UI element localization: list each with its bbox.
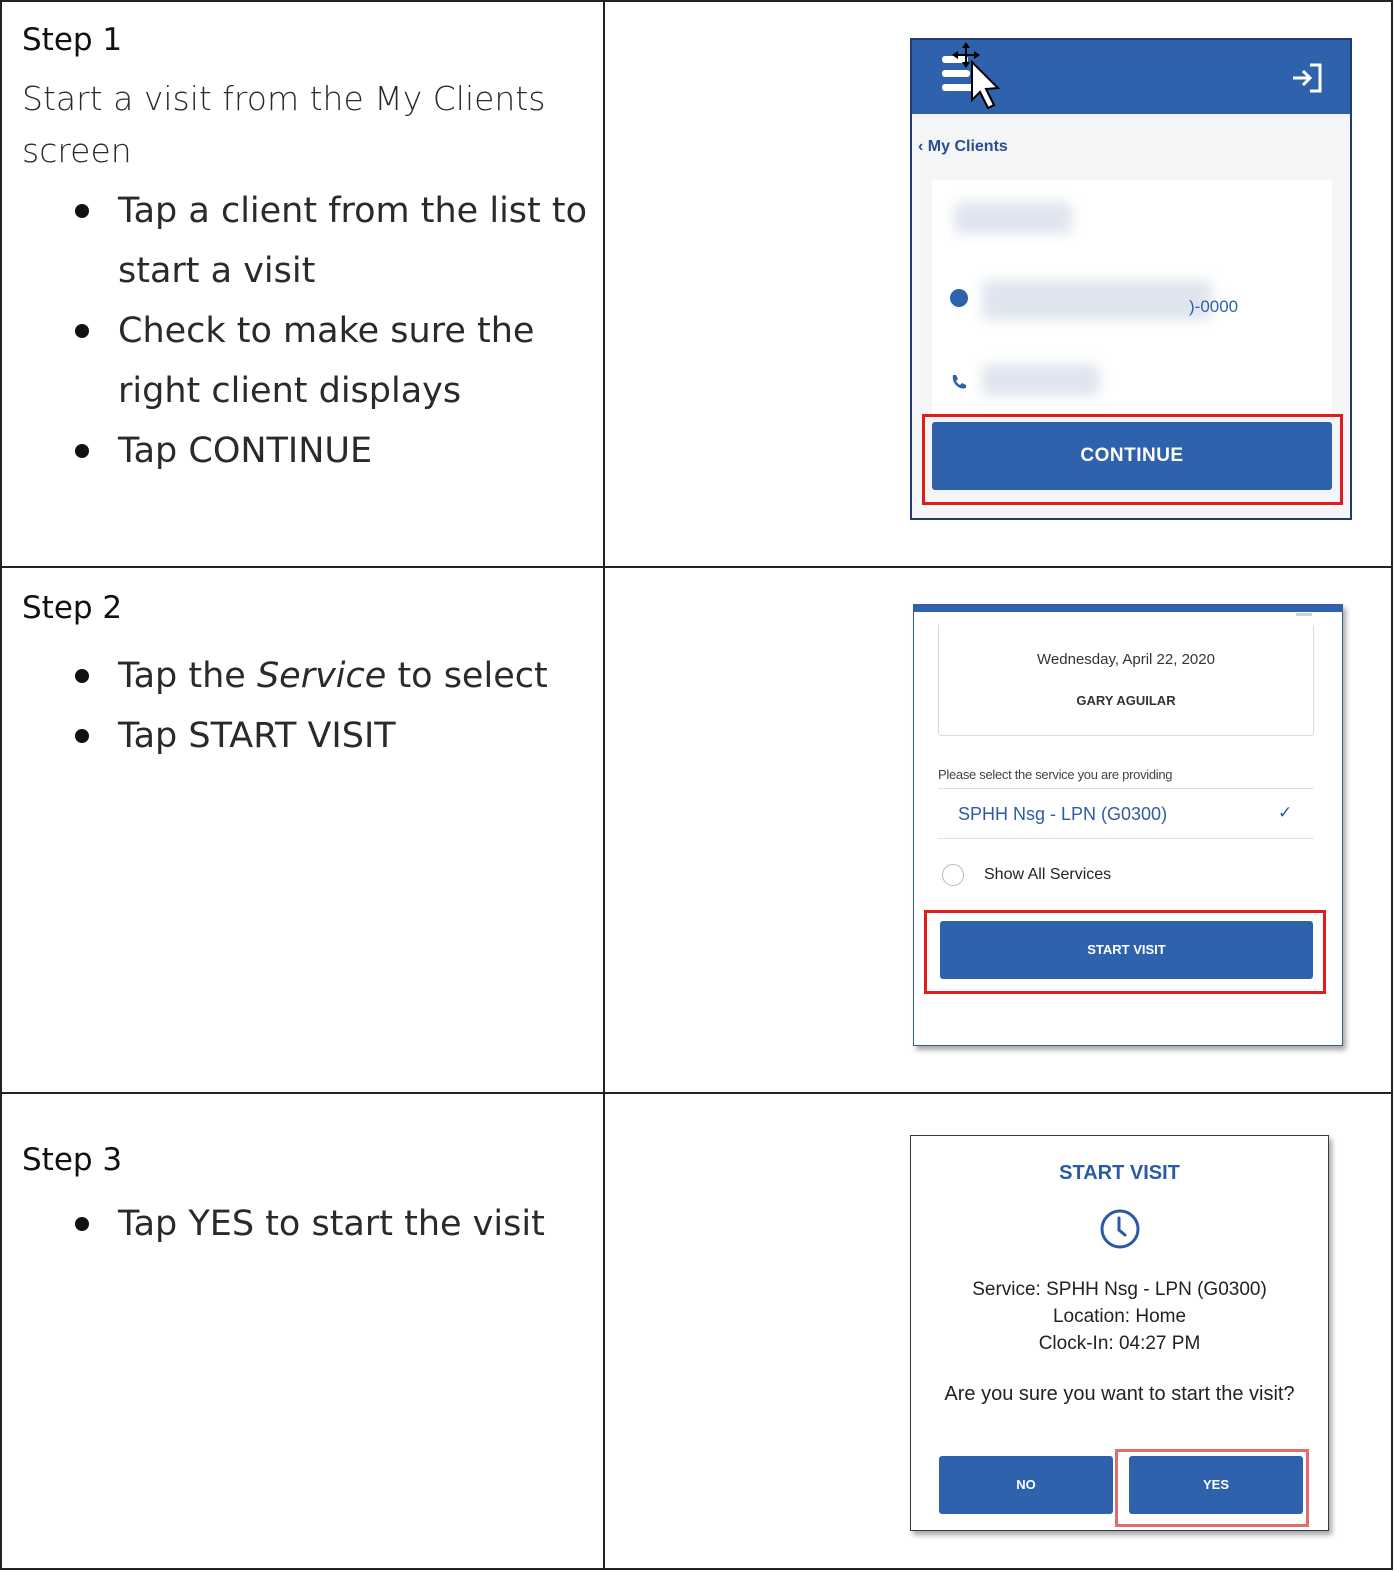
- bullet-icon: [75, 204, 89, 218]
- table-border-top: [0, 0, 1393, 2]
- bullet-list: Tap a client from the list to start a vi…: [22, 181, 592, 481]
- divider: [938, 838, 1314, 839]
- bullet-icon: [75, 444, 89, 458]
- service-line: Service: SPHH Nsg - LPN (G0300): [972, 1279, 1267, 1300]
- row-divider: [0, 1092, 1393, 1094]
- app-header: [914, 605, 1342, 612]
- continue-button[interactable]: CONTINUE: [932, 422, 1332, 490]
- navigation-icon: [950, 289, 968, 307]
- check-icon: ✓: [1278, 803, 1293, 822]
- bullet-icon: [75, 1217, 89, 1231]
- client-card[interactable]: [932, 180, 1332, 416]
- visit-date: Wednesday, April 22, 2020: [1037, 651, 1215, 668]
- move-cursor-icon: [952, 42, 1001, 110]
- yes-button[interactable]: YES: [1129, 1456, 1303, 1514]
- service-prompt: Please select the service you are provid…: [938, 767, 1173, 782]
- visit-details: Service: SPHH Nsg - LPN (G0300) Location…: [911, 1276, 1328, 1357]
- step-title: Step 2: [22, 590, 123, 626]
- row-divider: [0, 566, 1393, 568]
- select-service-screenshot: Wednesday, April 22, 2020 GARY AGUILAR P…: [913, 604, 1343, 1046]
- table-border-bottom: [0, 1568, 1393, 1570]
- list-item: Tap YES to start the visit: [22, 1194, 592, 1254]
- bullet-icon: [75, 669, 89, 683]
- back-link[interactable]: ‹ My Clients: [918, 138, 1008, 156]
- step-3-text: Step 3 Tap YES to start the visit: [22, 1140, 592, 1254]
- column-divider: [603, 0, 605, 1570]
- location-line: Location: Home: [1052, 1306, 1187, 1327]
- table-border-left: [0, 0, 2, 1570]
- bullet-icon: [75, 729, 89, 743]
- clock-icon: [1100, 1209, 1140, 1249]
- redacted-phone: [982, 364, 1100, 396]
- service-option[interactable]: SPHH Nsg - LPN (G0300): [958, 804, 1167, 825]
- list-item: Check to make sure the right client disp…: [22, 301, 592, 421]
- list-item: Tap CONTINUE: [22, 421, 592, 481]
- redacted-name: [954, 202, 1072, 234]
- my-clients-screenshot: ‹ My Clients )-0000 CONTINUE: [910, 38, 1352, 520]
- step-title: Step 3: [22, 1142, 123, 1178]
- step-1-text: Step 1 Start a visit from the My Clients…: [22, 20, 592, 481]
- dialog-title: START VISIT: [1059, 1162, 1180, 1184]
- bullet-list: Tap the Service to select Tap START VISI…: [22, 646, 592, 766]
- list-item: Tap START VISIT: [22, 706, 592, 766]
- phone-icon: [952, 375, 966, 389]
- address-suffix: )-0000: [1189, 297, 1239, 316]
- table-border-right: [1391, 0, 1393, 1570]
- no-button[interactable]: NO: [939, 1456, 1113, 1514]
- start-visit-button[interactable]: START VISIT: [940, 921, 1313, 979]
- list-item: Tap a client from the list to start a vi…: [22, 181, 592, 301]
- list-item: Tap the Service to select: [22, 646, 592, 706]
- app-header: [912, 40, 1350, 114]
- clockin-line: Clock-In: 04:27 PM: [1038, 1333, 1201, 1354]
- step-title: Step 1: [22, 22, 123, 58]
- divider: [938, 788, 1314, 789]
- header-mark: [1296, 613, 1312, 616]
- logout-icon[interactable]: [1290, 62, 1324, 94]
- radio-icon[interactable]: [942, 864, 964, 886]
- start-visit-dialog-screenshot: START VISIT Service: SPHH Nsg - LPN (G03…: [910, 1135, 1329, 1531]
- show-all-services-label[interactable]: Show All Services: [984, 866, 1111, 884]
- step-intro: Start a visit from the My Clients screen: [22, 79, 546, 170]
- bullet-list: Tap YES to start the visit: [22, 1194, 592, 1254]
- confirm-question: Are you sure you want to start the visit…: [944, 1383, 1295, 1405]
- step-2-text: Step 2 Tap the Service to select Tap STA…: [22, 588, 592, 766]
- redacted-address: [982, 280, 1212, 320]
- visit-info-card: Wednesday, April 22, 2020 GARY AGUILAR: [938, 625, 1314, 736]
- bullet-icon: [75, 324, 89, 338]
- client-name: GARY AGUILAR: [1076, 693, 1176, 708]
